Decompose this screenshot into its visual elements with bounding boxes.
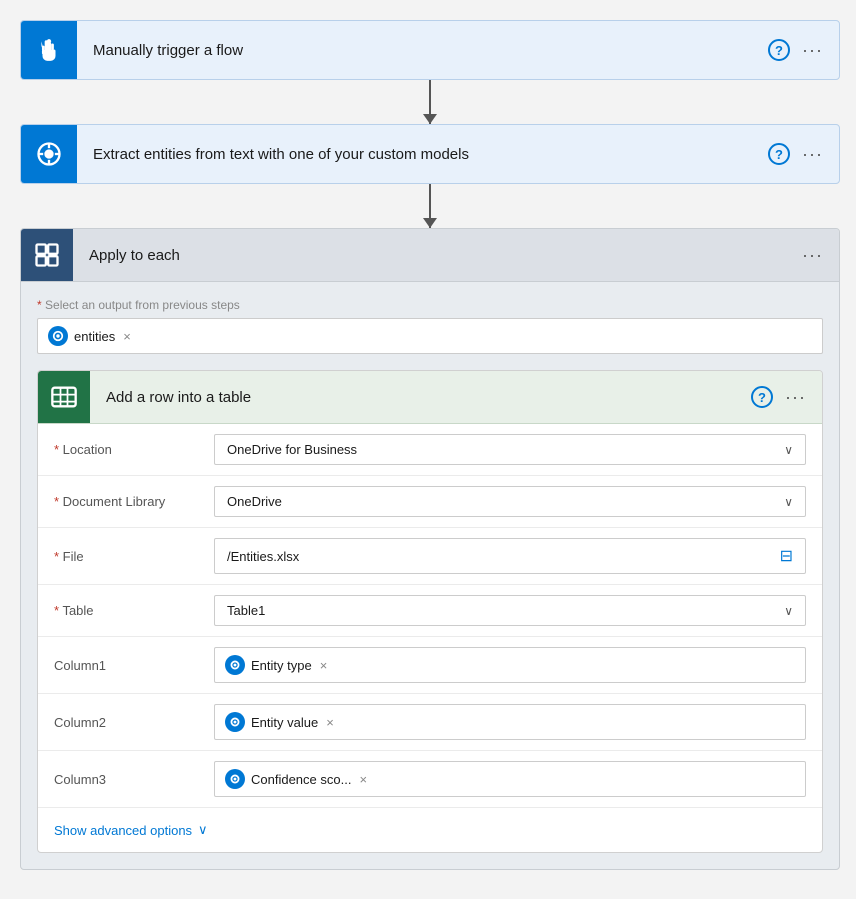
arrow-2 [20,184,840,228]
trigger-step: Manually trigger a flow ? ··· [20,20,840,80]
table-dropdown[interactable]: Table1 ∨ [214,595,806,626]
file-text: /Entities.xlsx [227,549,299,564]
entities-token-icon [48,326,68,346]
column2-input[interactable]: Entity value × [214,704,806,740]
location-text: OneDrive for Business [227,442,357,457]
entity-value-close[interactable]: × [326,715,334,730]
table-chevron: ∨ [784,604,793,618]
entity-value-label: Entity value [251,715,318,730]
column3-input[interactable]: Confidence sco... × [214,761,806,797]
column1-value: Entity type × [214,647,806,683]
excel-icon [38,371,90,423]
entities-token-label: entities [74,329,115,344]
extract-step: Extract entities from text with one of y… [20,124,840,184]
apply-icon [21,229,73,281]
form-row-doclibrary: Document Library OneDrive ∨ [38,476,822,528]
apply-more-icon[interactable]: ··· [802,245,823,266]
apply-body: Select an output from previous steps ent… [21,282,839,869]
trigger-more-icon[interactable]: ··· [802,40,823,61]
doclibrary-chevron: ∨ [784,495,793,509]
token-input-area[interactable]: entities × [37,318,823,354]
apply-actions: ··· [802,245,839,266]
entity-type-label: Entity type [251,658,312,673]
entity-type-close[interactable]: × [320,658,328,673]
extract-more-icon[interactable]: ··· [802,144,823,165]
extract-actions: ? ··· [768,143,839,165]
file-label: File [54,549,214,564]
entity-value-icon [225,712,245,732]
column3-label: Column3 [54,772,214,787]
trigger-title: Manually trigger a flow [77,42,768,59]
add-row-help-icon[interactable]: ? [751,386,773,408]
form-row-column2: Column2 Entity value × [38,694,822,751]
confidence-token: Confidence sco... [225,769,351,789]
table-value: Table1 ∨ [214,595,806,626]
arrow-1 [20,80,840,124]
show-advanced-label: Show advanced options [54,823,192,838]
arrow-line-1 [429,80,431,124]
show-advanced-chevron: ∨ [198,822,208,838]
show-advanced-button[interactable]: Show advanced options ∨ [38,808,822,852]
add-row-header: Add a row into a table ? ··· [38,371,822,424]
trigger-icon [21,21,77,79]
location-chevron: ∨ [784,443,793,457]
confidence-label: Confidence sco... [251,772,351,787]
confidence-close[interactable]: × [359,772,367,787]
form-row-column1: Column1 Entity type × [38,637,822,694]
doclibrary-dropdown[interactable]: OneDrive ∨ [214,486,806,517]
extract-title: Extract entities from text with one of y… [77,146,768,163]
trigger-help-icon[interactable]: ? [768,39,790,61]
column2-value: Entity value × [214,704,806,740]
entity-value-token: Entity value [225,712,318,732]
doclibrary-value: OneDrive ∨ [214,486,806,517]
trigger-actions: ? ··· [768,39,839,61]
add-row-form: Location OneDrive for Business ∨ Documen… [38,424,822,852]
apply-header: Apply to each ··· [21,229,839,282]
confidence-icon [225,769,245,789]
file-field[interactable]: /Entities.xlsx ⊟ [214,538,806,574]
arrow-line-2 [429,184,431,228]
add-row-card: Add a row into a table ? ··· Location On… [37,370,823,853]
entities-token: entities [48,326,115,346]
column2-label: Column2 [54,715,214,730]
entities-token-close[interactable]: × [123,329,131,344]
add-row-title: Add a row into a table [90,389,751,406]
location-dropdown[interactable]: OneDrive for Business ∨ [214,434,806,465]
form-row-file: File /Entities.xlsx ⊟ [38,528,822,585]
table-text: Table1 [227,603,265,618]
form-row-column3: Column3 Confidence sco... × [38,751,822,808]
extract-help-icon[interactable]: ? [768,143,790,165]
column3-value: Confidence sco... × [214,761,806,797]
apply-title: Apply to each [73,247,802,264]
select-output-label: Select an output from previous steps [37,298,823,312]
file-browse-icon[interactable]: ⊟ [780,546,793,566]
entity-type-icon [225,655,245,675]
column1-label: Column1 [54,658,214,673]
add-row-more-icon[interactable]: ··· [785,387,806,408]
form-row-location: Location OneDrive for Business ∨ [38,424,822,476]
doclibrary-label: Document Library [54,494,214,509]
apply-each-block: Apply to each ··· Select an output from … [20,228,840,870]
file-value: /Entities.xlsx ⊟ [214,538,806,574]
location-label: Location [54,442,214,457]
extract-icon [21,125,77,183]
entity-type-token: Entity type [225,655,312,675]
add-row-actions: ? ··· [751,386,822,408]
doclibrary-text: OneDrive [227,494,282,509]
flow-canvas: Manually trigger a flow ? ··· Extract en… [20,20,840,870]
column1-input[interactable]: Entity type × [214,647,806,683]
location-value: OneDrive for Business ∨ [214,434,806,465]
table-label: Table [54,603,214,618]
form-row-table: Table Table1 ∨ [38,585,822,637]
